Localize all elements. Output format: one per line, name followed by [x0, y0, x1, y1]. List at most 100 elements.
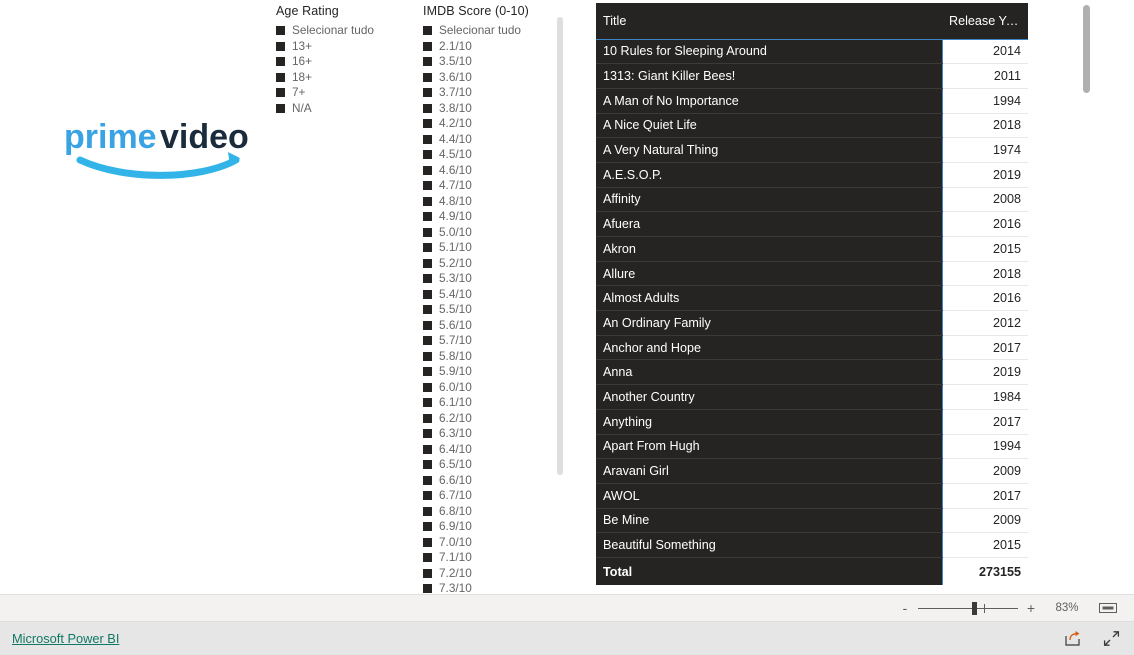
checkbox-checked-icon[interactable] — [423, 522, 432, 532]
checkbox-checked-icon[interactable] — [423, 181, 432, 191]
checkbox-checked-icon[interactable] — [423, 351, 432, 361]
slicer-item-imdb-score[interactable]: 6.7/10 — [423, 488, 563, 504]
table-row[interactable]: A Nice Quiet Life 2018 — [596, 113, 1028, 139]
share-icon[interactable] — [1064, 630, 1081, 647]
slicer-item-imdb-score[interactable]: 5.1/10 — [423, 240, 563, 256]
table-row[interactable]: Anything 2017 — [596, 409, 1028, 435]
table-row[interactable]: Another Country 1984 — [596, 384, 1028, 410]
slicer-item-imdb-score[interactable]: Selecionar tudo — [423, 23, 563, 39]
slicer-item-imdb-score[interactable]: 4.4/10 — [423, 132, 563, 148]
checkbox-checked-icon[interactable] — [423, 119, 432, 129]
table-row[interactable]: 10 Rules for Sleeping Around 2014 — [596, 39, 1028, 65]
table-row[interactable]: Aravani Girl 2009 — [596, 458, 1028, 484]
slicer-item-imdb-score[interactable]: 6.3/10 — [423, 426, 563, 442]
checkbox-checked-icon[interactable] — [423, 491, 432, 501]
checkbox-checked-icon[interactable] — [423, 88, 432, 98]
table-row[interactable]: AWOL 2017 — [596, 483, 1028, 509]
slicer-item-age-rating[interactable]: 7+ — [276, 85, 406, 101]
table-row[interactable]: Afuera 2016 — [596, 211, 1028, 237]
checkbox-checked-icon[interactable] — [276, 26, 285, 36]
slicer-item-imdb-score[interactable]: 4.5/10 — [423, 147, 563, 163]
slicer-item-imdb-score[interactable]: 5.6/10 — [423, 318, 563, 334]
table-row[interactable]: Apart From Hugh 1994 — [596, 434, 1028, 460]
zoom-out-button[interactable]: - — [898, 601, 912, 615]
table-row[interactable]: Affinity 2008 — [596, 187, 1028, 213]
table-row[interactable]: Anchor and Hope 2017 — [596, 335, 1028, 361]
table-row[interactable]: Akron 2015 — [596, 236, 1028, 262]
slicer-item-imdb-score[interactable]: 5.8/10 — [423, 349, 563, 365]
checkbox-checked-icon[interactable] — [423, 57, 432, 67]
slicer-item-imdb-score[interactable]: 4.2/10 — [423, 116, 563, 132]
slicer-item-imdb-score[interactable]: 5.5/10 — [423, 302, 563, 318]
checkbox-checked-icon[interactable] — [423, 553, 432, 563]
slicer-imdb-score-list[interactable]: Selecionar tudo 2.1/10 3.5/10 3.6/10 3.7/10 3… — [423, 23, 563, 594]
checkbox-checked-icon[interactable] — [423, 584, 432, 594]
zoom-slider[interactable] — [918, 601, 1018, 615]
table-row[interactable]: A.E.S.O.P. 2019 — [596, 162, 1028, 188]
table-row[interactable]: Allure 2018 — [596, 261, 1028, 287]
checkbox-checked-icon[interactable] — [423, 196, 432, 206]
checkbox-checked-icon[interactable] — [423, 537, 432, 547]
checkbox-checked-icon[interactable] — [423, 212, 432, 222]
slicer-item-imdb-score[interactable]: 6.1/10 — [423, 395, 563, 411]
slicer-item-imdb-score[interactable]: 5.7/10 — [423, 333, 563, 349]
slicer-item-imdb-score[interactable]: 4.6/10 — [423, 163, 563, 179]
slicer-imdb-score[interactable]: IMDB Score (0-10) Selecionar tudo 2.1/10 3… — [423, 4, 563, 594]
slicer-item-imdb-score[interactable]: 5.0/10 — [423, 225, 563, 241]
checkbox-checked-icon[interactable] — [276, 103, 285, 113]
checkbox-checked-icon[interactable] — [423, 305, 432, 315]
table-row[interactable]: Almost Adults 2016 — [596, 285, 1028, 312]
slicer-item-imdb-score[interactable]: 3.7/10 — [423, 85, 563, 101]
checkbox-checked-icon[interactable] — [423, 444, 432, 454]
table-visual[interactable]: Title Release Year 10 Rules for Sleeping… — [596, 3, 1028, 594]
table-row[interactable]: Be Mine 2009 — [596, 508, 1028, 534]
checkbox-checked-icon[interactable] — [423, 289, 432, 299]
slicer-item-imdb-score[interactable]: 5.2/10 — [423, 256, 563, 272]
slicer-item-imdb-score[interactable]: 4.7/10 — [423, 178, 563, 194]
fullscreen-icon[interactable] — [1103, 630, 1120, 647]
checkbox-checked-icon[interactable] — [423, 103, 432, 113]
checkbox-checked-icon[interactable] — [423, 413, 432, 423]
slicer-age-rating-list[interactable]: Selecionar tudo 13+ 16+ 18+ 7+ N/A — [276, 23, 406, 116]
checkbox-checked-icon[interactable] — [423, 41, 432, 51]
table-row[interactable]: A Very Natural Thing 1974 — [596, 137, 1028, 163]
table-row[interactable]: 1313: Giant Killer Bees! 2011 — [596, 63, 1028, 89]
slicer-item-imdb-score[interactable]: 6.8/10 — [423, 504, 563, 520]
microsoft-power-bi-link[interactable]: Microsoft Power BI — [12, 631, 119, 646]
slicer-item-imdb-score[interactable]: 6.9/10 — [423, 519, 563, 535]
slicer-item-imdb-score[interactable]: 6.5/10 — [423, 457, 563, 473]
slicer-item-imdb-score[interactable]: 3.8/10 — [423, 101, 563, 117]
checkbox-checked-icon[interactable] — [423, 227, 432, 237]
slicer-item-imdb-score[interactable]: 7.2/10 — [423, 566, 563, 582]
checkbox-checked-icon[interactable] — [276, 41, 285, 51]
slicer-age-rating[interactable]: Age Rating Selecionar tudo 13+ 16+ 18+ 7+ N/A — [276, 4, 406, 116]
checkbox-checked-icon[interactable] — [423, 475, 432, 485]
table-row[interactable]: An Ordinary Family 2012 — [596, 310, 1028, 336]
checkbox-checked-icon[interactable] — [423, 398, 432, 408]
slicer-item-age-rating[interactable]: 18+ — [276, 70, 406, 86]
slicer-item-imdb-score[interactable]: 7.3/10 — [423, 581, 563, 594]
checkbox-checked-icon[interactable] — [423, 274, 432, 284]
checkbox-checked-icon[interactable] — [276, 88, 285, 98]
table-scrollbar[interactable] — [1083, 5, 1090, 93]
checkbox-checked-icon[interactable] — [423, 382, 432, 392]
slicer-item-imdb-score[interactable]: 4.8/10 — [423, 194, 563, 210]
column-header-title[interactable]: Title — [596, 3, 942, 40]
slicer-item-imdb-score[interactable]: 5.9/10 — [423, 364, 563, 380]
checkbox-checked-icon[interactable] — [423, 258, 432, 268]
zoom-slider-thumb[interactable] — [972, 602, 977, 615]
table-row[interactable]: A Man of No Importance 1994 — [596, 88, 1028, 114]
checkbox-checked-icon[interactable] — [423, 165, 432, 175]
checkbox-checked-icon[interactable] — [276, 72, 285, 82]
table-row[interactable]: Anna 2019 — [596, 359, 1028, 386]
checkbox-checked-icon[interactable] — [423, 568, 432, 578]
slicer-item-imdb-score[interactable]: 3.6/10 — [423, 70, 563, 86]
slicer-item-imdb-score[interactable]: 6.0/10 — [423, 380, 563, 396]
slicer-item-imdb-score[interactable]: 6.2/10 — [423, 411, 563, 427]
slicer-item-age-rating[interactable]: Selecionar tudo — [276, 23, 406, 39]
checkbox-checked-icon[interactable] — [423, 460, 432, 470]
checkbox-checked-icon[interactable] — [276, 57, 285, 67]
slicer-item-age-rating[interactable]: 13+ — [276, 39, 406, 55]
zoom-in-button[interactable]: + — [1024, 601, 1038, 615]
slicer-item-imdb-score[interactable]: 6.4/10 — [423, 442, 563, 458]
